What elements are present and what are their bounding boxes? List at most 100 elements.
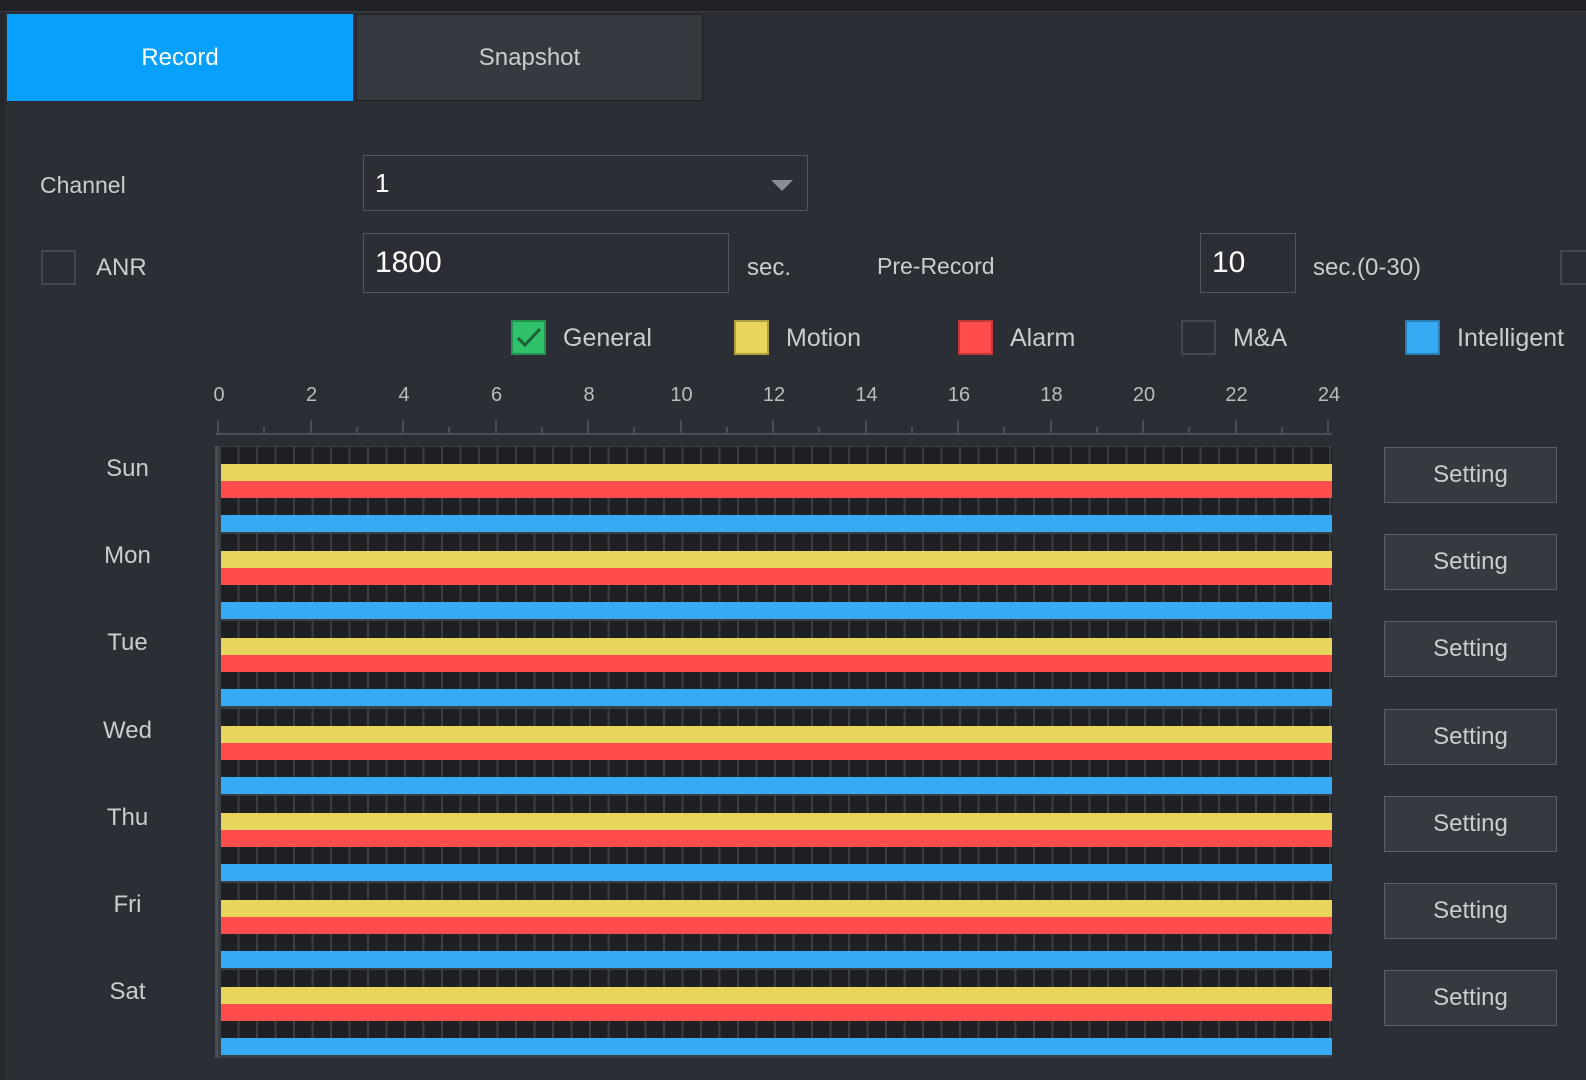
time-cells[interactable] <box>221 708 1332 726</box>
schedule-day-mon[interactable] <box>221 534 1332 621</box>
hour-tick-label: 4 <box>398 384 410 406</box>
legend-label: M&A <box>1233 324 1288 352</box>
setting-button-mon[interactable]: Setting <box>1384 534 1557 591</box>
hour-tick-label: 22 <box>1225 384 1248 406</box>
tab-record[interactable]: Record <box>7 14 353 101</box>
time-cells[interactable] <box>221 447 1332 464</box>
intelligent-schedule-bar[interactable] <box>221 515 1332 532</box>
intelligent-schedule-bar[interactable] <box>221 1038 1332 1056</box>
setting-button-sat[interactable]: Setting <box>1384 970 1557 1027</box>
setting-button-fri[interactable]: Setting <box>1384 883 1557 939</box>
setting-button-wed[interactable]: Setting <box>1384 708 1557 765</box>
legend-label: Motion <box>786 324 862 352</box>
time-cells[interactable] <box>221 534 1332 552</box>
channel-value: 1 <box>375 167 390 198</box>
motion-schedule-bar[interactable] <box>221 987 1332 1005</box>
time-cells[interactable] <box>221 672 1332 690</box>
hour-tick-label: 2 <box>305 384 318 406</box>
schedule-grid[interactable] <box>215 446 1332 1058</box>
schedule-day-thu[interactable] <box>221 795 1332 883</box>
pre-record-label: Pre-Record <box>877 253 995 279</box>
intelligent-schedule-bar[interactable] <box>221 863 1332 881</box>
time-cells[interactable] <box>221 759 1332 777</box>
hour-tick-label: 16 <box>947 384 971 406</box>
schedule-day-wed[interactable] <box>221 708 1332 796</box>
channel-select[interactable]: 1 <box>363 155 808 211</box>
time-cells[interactable] <box>221 1021 1332 1039</box>
legend-label: General <box>563 324 652 352</box>
legend-label: Alarm <box>1010 324 1076 352</box>
day-label: Thu <box>106 803 149 831</box>
alarm-schedule-bar[interactable] <box>221 481 1332 498</box>
alarm-schedule-bar[interactable] <box>221 655 1332 673</box>
motion-schedule-bar[interactable] <box>221 464 1332 481</box>
schedule-day-fri[interactable] <box>221 883 1332 970</box>
hour-tick-label: 8 <box>583 384 595 406</box>
time-ruler <box>216 433 1332 435</box>
time-cells[interactable] <box>221 795 1332 813</box>
day-label: Sun <box>106 455 149 482</box>
motion-schedule-bar[interactable] <box>221 725 1332 743</box>
setting-button-sun[interactable]: Setting <box>1384 447 1557 503</box>
time-cells[interactable] <box>221 883 1332 900</box>
alarm-schedule-bar[interactable] <box>221 742 1332 760</box>
legend-general-checkbox[interactable] <box>511 320 546 355</box>
anr-value: 1800 <box>375 246 442 279</box>
anr-input[interactable]: 1800 <box>363 233 729 293</box>
intelligent-schedule-bar[interactable] <box>221 602 1332 620</box>
anr-label: ANR <box>96 254 147 281</box>
left-border <box>0 12 5 1080</box>
hour-tick-label: 14 <box>855 384 878 406</box>
alarm-schedule-bar[interactable] <box>221 829 1332 847</box>
chevron-down-icon <box>771 180 793 191</box>
hour-tick-label: 12 <box>762 384 786 406</box>
motion-schedule-bar[interactable] <box>221 900 1332 917</box>
pre-record-value: 10 <box>1212 246 1246 279</box>
day-label: Sat <box>109 978 146 1006</box>
legend-alarm-checkbox[interactable] <box>958 320 993 355</box>
time-cells[interactable] <box>221 498 1332 515</box>
day-label: Mon <box>104 542 151 570</box>
alarm-schedule-bar[interactable] <box>221 1004 1332 1022</box>
alarm-schedule-bar[interactable] <box>221 568 1332 586</box>
pre-record-unit: sec.(0-30) <box>1313 254 1422 281</box>
hour-tick-label: 24 <box>1317 384 1341 406</box>
channel-label: Channel <box>40 172 126 198</box>
hour-tick-label: 20 <box>1132 384 1156 406</box>
legend-ma-checkbox[interactable] <box>1181 320 1216 355</box>
legend-motion-checkbox[interactable] <box>734 320 769 355</box>
motion-schedule-bar[interactable] <box>221 551 1332 569</box>
day-label: Tue <box>107 629 148 657</box>
top-strip <box>0 0 1586 12</box>
partial-checkbox[interactable] <box>1560 250 1586 285</box>
legend-intelligent-checkbox[interactable] <box>1405 320 1440 355</box>
time-cells[interactable] <box>221 846 1332 864</box>
setting-button-tue[interactable]: Setting <box>1384 621 1557 678</box>
day-label: Wed <box>103 716 152 744</box>
anr-checkbox[interactable] <box>41 250 76 285</box>
check-icon <box>516 327 542 348</box>
hour-tick-label: 10 <box>670 384 693 406</box>
schedule-day-sun[interactable] <box>221 447 1332 534</box>
tab-snapshot[interactable]: Snapshot <box>356 14 703 101</box>
schedule-day-tue[interactable] <box>221 621 1332 708</box>
alarm-schedule-bar[interactable] <box>221 917 1332 934</box>
time-cells[interactable] <box>221 934 1332 951</box>
motion-schedule-bar[interactable] <box>221 638 1332 656</box>
schedule-day-sat[interactable] <box>221 970 1332 1057</box>
intelligent-schedule-bar[interactable] <box>221 951 1332 968</box>
intelligent-schedule-bar[interactable] <box>221 689 1332 707</box>
time-cells[interactable] <box>221 621 1332 639</box>
motion-schedule-bar[interactable] <box>221 812 1332 830</box>
intelligent-schedule-bar[interactable] <box>221 776 1332 794</box>
day-label: Fri <box>113 891 142 918</box>
hour-tick-label: 0 <box>213 384 225 406</box>
hour-tick-label: 6 <box>490 384 503 406</box>
legend-label: Intelligent <box>1457 324 1565 352</box>
time-cells[interactable] <box>221 970 1332 988</box>
pre-record-input[interactable]: 10 <box>1200 233 1296 293</box>
setting-button-thu[interactable]: Setting <box>1384 795 1557 852</box>
anr-unit: sec. <box>747 254 792 281</box>
hour-tick-label: 18 <box>1040 384 1063 406</box>
time-cells[interactable] <box>221 585 1332 603</box>
